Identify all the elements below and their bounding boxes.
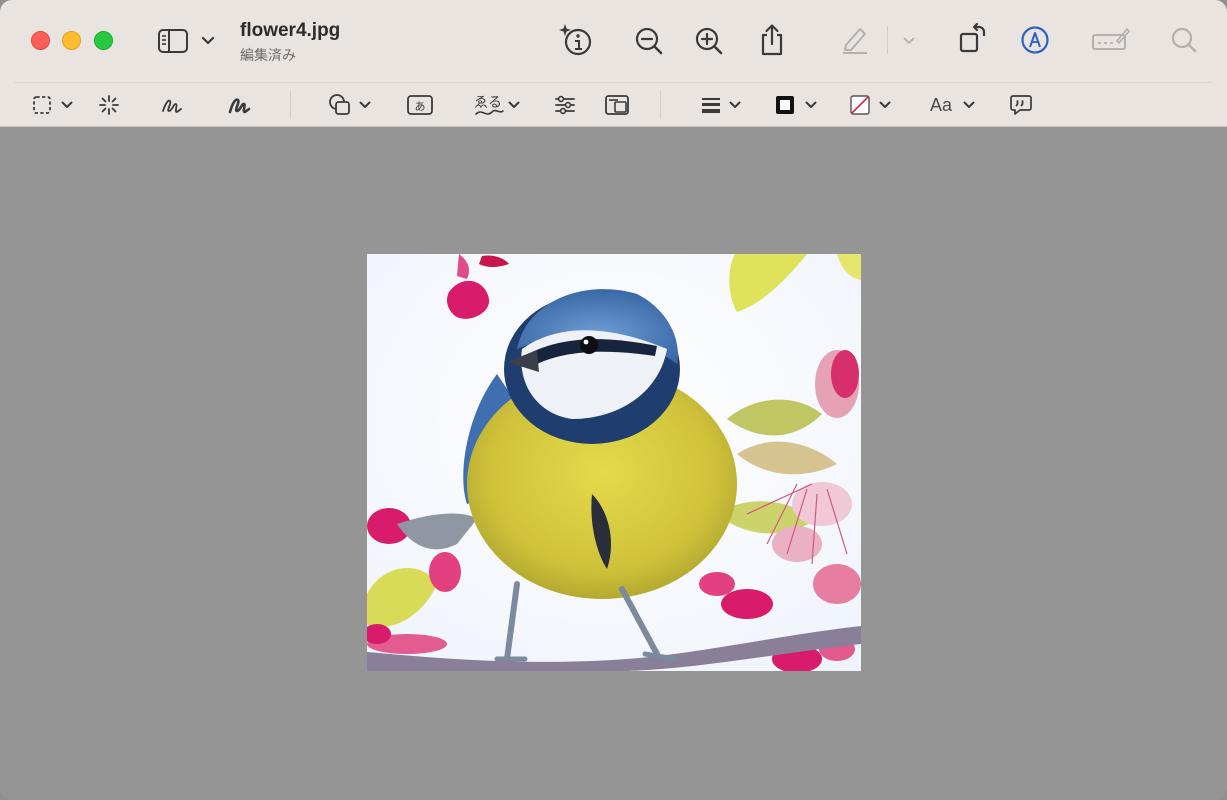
signature-box-icon: [1092, 27, 1131, 50]
markup-divider: [660, 91, 661, 119]
blue-tit-image: [367, 254, 861, 671]
shapes-menu-chevron[interactable]: [356, 98, 374, 112]
note-button[interactable]: [1008, 92, 1034, 118]
chevron-down-icon: [61, 101, 73, 108]
highlight-menu-chevron[interactable]: [899, 33, 919, 49]
info-sparkle-icon: [559, 24, 592, 56]
markup-pen-icon: [1021, 26, 1049, 54]
highlighter-icon: [843, 28, 867, 54]
selection-tool-button[interactable]: [30, 93, 54, 117]
draw-tool-button[interactable]: [225, 92, 253, 118]
text-box-icon: あ: [407, 95, 433, 115]
text-box-button[interactable]: あ: [405, 93, 435, 117]
rotate-button[interactable]: [956, 22, 990, 56]
search-icon: [1171, 27, 1197, 53]
sketch-tool-button[interactable]: [158, 92, 186, 118]
svg-text:ゑる: ゑる: [474, 95, 502, 111]
fill-color-button[interactable]: [848, 93, 872, 117]
chevron-down-icon: [879, 101, 891, 108]
border-color-menu-chevron[interactable]: [802, 98, 820, 112]
resize-icon: [605, 95, 629, 115]
svg-text:あ: あ: [415, 100, 426, 113]
chevron-down-icon: [963, 101, 975, 108]
document-status: 編集済み: [240, 47, 296, 63]
document-title[interactable]: flower4.jpg: [240, 20, 340, 42]
sketch-icon: [162, 99, 182, 113]
instant-alpha-button[interactable]: [96, 92, 122, 118]
shape-style-button[interactable]: [699, 93, 723, 117]
fill-color-none-icon: [850, 95, 870, 115]
signature-icon: ゑる: [474, 95, 504, 115]
sign-button[interactable]: ゑる: [472, 90, 506, 120]
zoom-in-icon: [695, 27, 723, 55]
zoom-out-icon: [635, 27, 663, 55]
bird-photo[interactable]: [367, 254, 861, 671]
markup-divider: [290, 91, 291, 119]
speech-bubble-icon: [1010, 95, 1032, 115]
bird-eye-highlight: [583, 339, 589, 345]
share-icon: [761, 24, 783, 56]
chevron-down-icon: [508, 101, 520, 108]
zoom-out-button[interactable]: [632, 24, 666, 58]
chevron-down-icon: [729, 101, 741, 108]
dashed-rectangle-icon: [33, 96, 51, 114]
shapes-button[interactable]: [326, 92, 354, 118]
toolbar-separator: [14, 82, 1213, 83]
markup-button[interactable]: [1018, 23, 1052, 57]
minimize-window-button[interactable]: [62, 31, 81, 50]
fill-color-menu-chevron[interactable]: [876, 98, 894, 112]
info-button[interactable]: [556, 20, 596, 60]
sign-menu-chevron[interactable]: [505, 98, 523, 112]
chevron-down-icon: [903, 37, 915, 44]
zoom-window-button[interactable]: [94, 31, 113, 50]
toolbar-divider: [887, 26, 888, 54]
search-button[interactable]: [1168, 24, 1200, 56]
chevron-down-icon: [201, 36, 215, 45]
rotate-icon: [959, 23, 986, 53]
border-color-button[interactable]: [773, 93, 797, 117]
draw-icon: [228, 98, 251, 114]
adjust-size-button[interactable]: [603, 93, 631, 117]
selection-menu-chevron[interactable]: [58, 98, 76, 112]
chevron-down-icon: [805, 101, 817, 108]
title-bar: flower4.jpg 編集済み あ ゑる Aa: [0, 0, 1227, 127]
share-button[interactable]: [756, 22, 788, 58]
sliders-icon: [555, 95, 575, 115]
zoom-in-button[interactable]: [692, 24, 726, 58]
text-style-button[interactable]: Aa: [926, 93, 956, 117]
bird-eye: [580, 336, 598, 354]
line-weight-icon: [702, 98, 720, 113]
form-fill-button[interactable]: [1090, 24, 1132, 56]
highlight-button[interactable]: [838, 22, 872, 56]
shapes-icon: [329, 94, 350, 115]
preview-window: flower4.jpg 編集済み あ ゑる Aa: [0, 0, 1227, 800]
adjust-color-button[interactable]: [552, 92, 578, 118]
border-color-icon: [776, 96, 794, 114]
sidebar-toggle-button[interactable]: [156, 26, 190, 56]
sidebar-icon: [158, 29, 188, 53]
shape-style-menu-chevron[interactable]: [726, 98, 744, 112]
sidebar-menu-chevron[interactable]: [198, 32, 218, 50]
chevron-down-icon: [359, 101, 371, 108]
text-style-menu-chevron[interactable]: [960, 98, 978, 112]
close-window-button[interactable]: [31, 31, 50, 50]
magic-wand-icon: [99, 95, 119, 115]
